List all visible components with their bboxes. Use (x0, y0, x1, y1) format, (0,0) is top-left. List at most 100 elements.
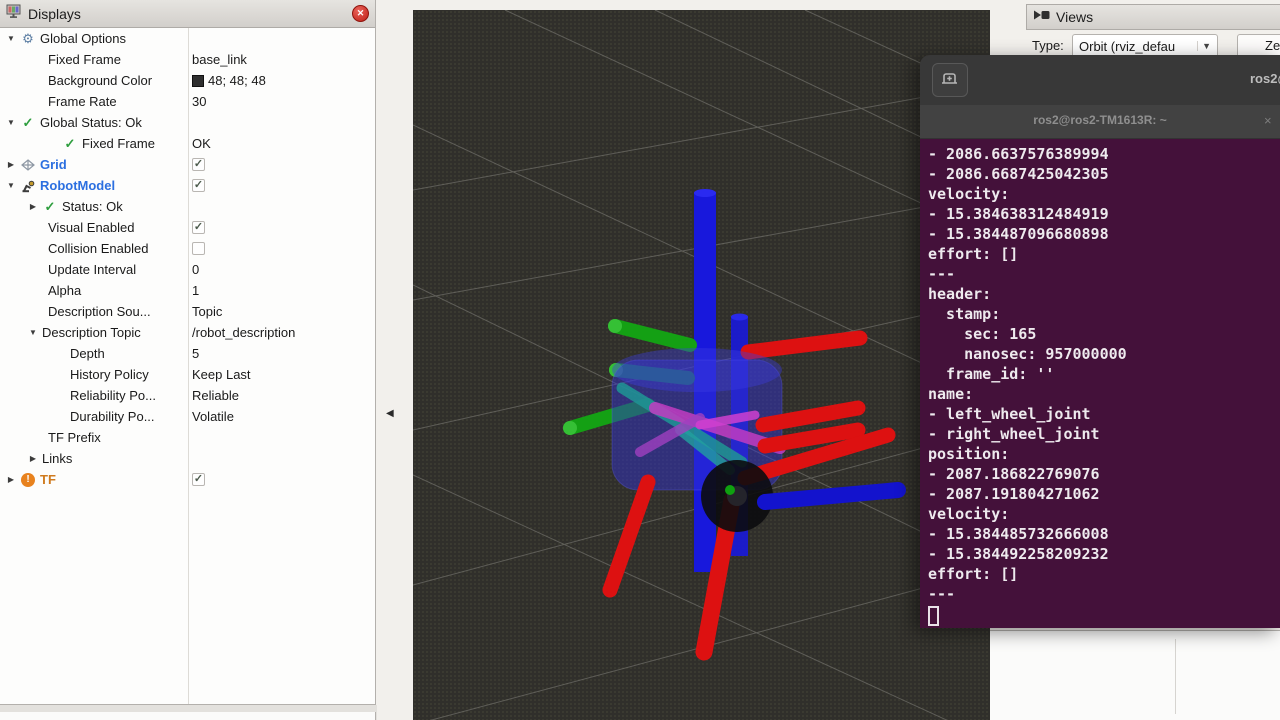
tree-row[interactable]: Alpha 1 (0, 280, 375, 301)
terminal-tab-bar[interactable]: ros2@ros2-TM1613R: ~ × (920, 105, 1280, 139)
tree-row[interactable]: ▼⚙︎Global Options (0, 28, 375, 49)
property-value[interactable]: base_link (192, 52, 247, 67)
collapse-arrow-icon[interactable]: ▼ (4, 181, 18, 190)
displays-panel-title: Displays (28, 6, 81, 22)
tree-row-left: ▼ RobotModel (0, 175, 115, 196)
property-label: Collision Enabled (46, 241, 148, 256)
tree-row[interactable]: History Policy Keep Last (0, 364, 375, 385)
property-value[interactable]: 0 (192, 262, 199, 277)
property-value[interactable]: 5 (192, 346, 199, 361)
terminal-window[interactable]: ros2@ros2-TM1613R: ~ ros2@ros2-TM1613R: … (920, 55, 1280, 628)
expand-arrow-icon[interactable]: ▶ (26, 454, 40, 463)
expand-arrow-icon[interactable]: ▶ (26, 202, 40, 211)
robot-model (563, 189, 898, 652)
tree-row[interactable]: ▼✓Global Status: Ok (0, 112, 375, 133)
tree-row[interactable]: Update Interval 0 (0, 259, 375, 280)
property-value[interactable]: Reliable (192, 388, 239, 403)
tree-row-left: Alpha (0, 280, 81, 301)
tree-row[interactable]: ▶Grid✓ (0, 154, 375, 175)
tree-row[interactable]: Reliability Po...Reliable (0, 385, 375, 406)
tree-row[interactable]: ▶✓Status: Ok (0, 196, 375, 217)
property-value[interactable]: 48; 48; 48 (208, 73, 266, 88)
terminal-lines: - 2086.6637576389994- 2086.6687425042305… (928, 144, 1280, 604)
tree-row[interactable]: ▼ RobotModel ✓ (0, 175, 375, 196)
property-value-cell: base_link (192, 49, 247, 70)
property-value[interactable]: 1 (192, 283, 199, 298)
property-label: RobotModel (38, 178, 115, 193)
property-label: History Policy (68, 367, 149, 382)
tree-row-left: ▼⚙︎Global Options (0, 28, 126, 49)
property-value-cell: Volatile (192, 406, 234, 427)
color-swatch[interactable] (192, 75, 204, 87)
terminal-window-title: ros2@ros2-TM1613R: ~ (1250, 71, 1280, 86)
lower-panel-edge (0, 712, 376, 720)
tree-row[interactable]: Visual Enabled ✓ (0, 217, 375, 238)
new-tab-button[interactable] (932, 63, 968, 97)
checkbox-checked[interactable]: ✓ (192, 158, 205, 171)
checkbox-checked[interactable]: ✓ (192, 473, 205, 486)
tree-row[interactable]: ▼Description Topic/robot_description (0, 322, 375, 343)
tree-row[interactable]: ▶Links (0, 448, 375, 469)
views-panel-header[interactable]: Views (1026, 4, 1280, 30)
viewport-canvas (413, 10, 990, 720)
property-value[interactable]: /robot_description (192, 325, 295, 340)
tree-row[interactable]: ✓Fixed Frame OK (0, 133, 375, 154)
tab-close-icon[interactable]: × (1264, 113, 1272, 128)
tree-row[interactable]: Durability Po... Volatile (0, 406, 375, 427)
expand-arrow-icon[interactable]: ▶ (4, 475, 18, 484)
tree-row[interactable]: Background Color 48; 48; 48 (0, 70, 375, 91)
collapse-arrow-icon[interactable]: ▼ (4, 34, 18, 43)
property-value-cell: ✓ (192, 175, 205, 196)
checkbox-unchecked[interactable] (192, 242, 205, 255)
tree-row-left: ✓Fixed Frame (0, 133, 155, 154)
collapse-handle-icon[interactable]: ◀ (386, 408, 394, 419)
property-value[interactable]: OK (192, 136, 211, 151)
expand-arrow-icon[interactable]: ▶ (4, 160, 18, 169)
tree-row[interactable]: Description Sou... Topic (0, 301, 375, 322)
close-panel-button[interactable]: ✕ (352, 5, 369, 22)
tree-row-left: Durability Po... (0, 406, 155, 427)
tree-row-left: TF Prefix (0, 427, 101, 448)
terminal-output[interactable]: - 2086.6637576389994- 2086.6687425042305… (920, 139, 1280, 628)
checkbox-checked[interactable]: ✓ (192, 179, 205, 192)
terminal-line: header: (928, 284, 1280, 304)
tree-row[interactable]: Fixed Frame base_link (0, 49, 375, 70)
type-label: Type: (1032, 38, 1064, 53)
panel-splitter[interactable]: ◀ (377, 0, 413, 720)
grid-icon (18, 158, 38, 172)
property-label: Depth (68, 346, 105, 361)
tree-row-left: ▶!TF (0, 469, 56, 490)
property-label: Description Sou... (46, 304, 151, 319)
tree-row[interactable]: Depth 5 (0, 343, 375, 364)
tree-row-left: Fixed Frame (0, 49, 121, 70)
property-value[interactable]: Keep Last (192, 367, 251, 382)
tree-row[interactable]: ▶!TF ✓ (0, 469, 375, 490)
terminal-line: - left_wheel_joint (928, 404, 1280, 424)
tree-row[interactable]: Frame Rate30 (0, 91, 375, 112)
terminal-line: velocity: (928, 504, 1280, 524)
tree-row[interactable]: Collision Enabled (0, 238, 375, 259)
view-type-value: Orbit (rviz_defau (1079, 39, 1197, 54)
checkbox-checked[interactable]: ✓ (192, 221, 205, 234)
views-panel-title: Views (1056, 9, 1093, 25)
render-panel-3d[interactable] (413, 10, 990, 720)
tree-row-left: Description Sou... (0, 301, 151, 322)
terminal-titlebar[interactable]: ros2@ros2-TM1613R: ~ (920, 55, 1280, 105)
displays-panel-header[interactable]: Displays ✕ (0, 0, 375, 28)
collapse-arrow-icon[interactable]: ▼ (26, 328, 40, 337)
terminal-line: frame_id: '' (928, 364, 1280, 384)
tree-row-left: Background Color (0, 70, 152, 91)
terminal-tab-title[interactable]: ros2@ros2-TM1613R: ~ (920, 113, 1280, 127)
terminal-line: - 2087.191804271062 (928, 484, 1280, 504)
property-value[interactable]: Topic (192, 304, 222, 319)
tree-row-left: ▶Links (0, 448, 72, 469)
property-value[interactable]: 30 (192, 94, 206, 109)
tree-row-left: Visual Enabled (0, 217, 135, 238)
terminal-line: - 2086.6687425042305 (928, 164, 1280, 184)
collapse-arrow-icon[interactable]: ▼ (4, 118, 18, 127)
tree-row[interactable]: TF Prefix (0, 427, 375, 448)
views-list[interactable] (990, 630, 1280, 720)
property-value[interactable]: Volatile (192, 409, 234, 424)
tree-row-left: History Policy (0, 364, 149, 385)
tree-row-left: Update Interval (0, 259, 136, 280)
